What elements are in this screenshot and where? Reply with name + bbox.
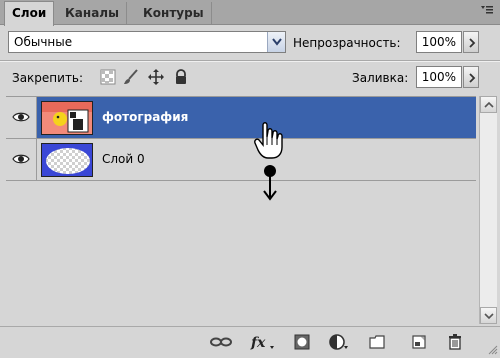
visibility-toggle[interactable] [6,97,37,138]
blend-mode-value: Обычные [14,35,73,49]
opacity-slider-button[interactable] [463,31,479,53]
new-group-icon[interactable] [368,333,386,351]
panel-tab-bar: Слои Каналы Контуры [0,0,500,26]
photo-thumbnail [41,101,93,135]
tab-paths[interactable]: Контуры [136,2,212,24]
lock-paint-icon[interactable] [123,69,139,85]
opacity-label: Непрозрачность: [293,36,401,50]
eye-icon [12,112,30,122]
layers-panel: Слои Каналы Контуры Обычные Непрозрачнос… [0,0,500,356]
delete-layer-icon[interactable] [446,333,464,351]
chevron-down-icon[interactable] [267,32,285,52]
layer-row-photo[interactable]: фотография [6,97,476,139]
fx-icon[interactable]: fx [250,333,276,351]
layer-name: Слой 0 [102,152,145,166]
layers-toolbar: fx [0,326,500,356]
scroll-down-icon[interactable] [480,307,497,324]
add-mask-icon[interactable] [293,333,311,351]
eye-icon [12,154,30,164]
new-layer-icon[interactable] [410,333,428,351]
visibility-toggle[interactable] [6,139,37,180]
lock-transparency-icon[interactable] [100,69,116,85]
link-layers-icon[interactable] [210,333,232,351]
fill-slider-button[interactable] [463,66,479,88]
scroll-up-icon[interactable] [480,96,497,113]
lock-all-icon[interactable] [173,69,189,85]
fill-field[interactable]: 100% [416,66,462,88]
lock-label: Закрепить: [12,71,84,85]
layers-list: фотография Слой 0 [6,96,476,325]
layer-row-layer0[interactable]: Слой 0 [6,139,476,181]
hand-cursor-icon [254,121,284,164]
svg-text:fx: fx [250,335,266,351]
panel-menu-icon[interactable] [480,4,494,18]
resize-grip-icon[interactable] [488,344,498,355]
opacity-value: 100% [421,35,456,49]
blend-mode-select[interactable]: Обычные [8,31,286,53]
ellipse-thumbnail [41,143,93,177]
drag-indicator-icon [262,163,278,206]
layer-name: фотография [102,110,189,124]
tab-layers[interactable]: Слои [4,1,55,26]
lock-move-icon[interactable] [148,69,164,85]
layers-scrollbar[interactable] [479,96,497,324]
tab-channels[interactable]: Каналы [58,2,127,24]
fill-label: Заливка: [352,71,409,85]
adjustment-layer-icon[interactable] [328,333,348,351]
divider [0,61,500,62]
opacity-field[interactable]: 100% [416,31,462,53]
fill-value: 100% [421,70,456,84]
